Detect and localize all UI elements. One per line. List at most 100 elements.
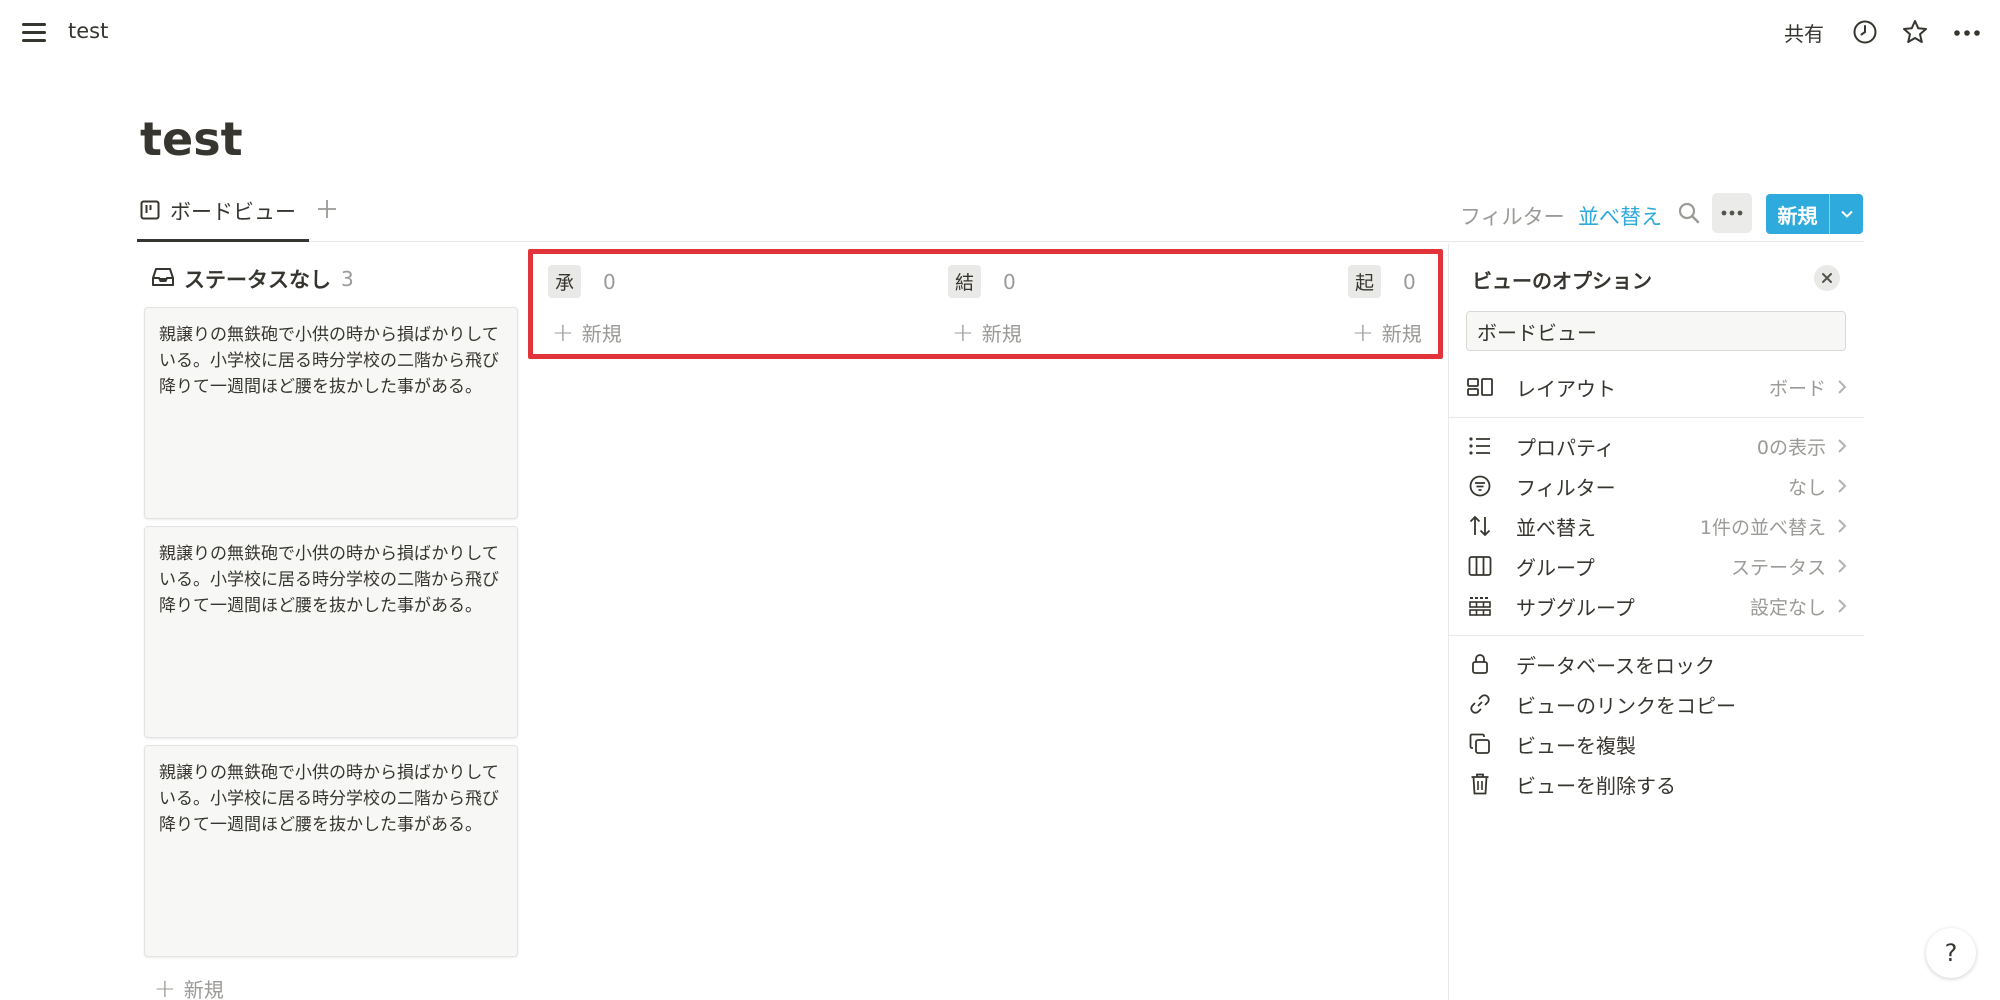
board-card[interactable]: 親譲りの無鉄砲で小供の時から損ばかりしている。小学校に居る時分学校の二階から飛び… [144,745,518,957]
option-sort[interactable]: 並べ替え 1件の並べ替え [1466,507,1848,545]
column-header-group-3[interactable]: 起 0 [1348,265,1416,298]
option-filter[interactable]: フィルター なし [1466,467,1848,505]
column-count: 0 [1003,269,1016,294]
filter-icon [1466,472,1494,500]
breadcrumb-page-name[interactable]: test [68,19,108,43]
column-count: 0 [1403,269,1416,294]
chevron-down-icon[interactable] [1830,194,1863,234]
tab-label: ボードビュー [170,200,296,224]
more-icon[interactable] [1952,17,1982,47]
option-value: なし [1787,476,1826,499]
panel-title: ビューのオプション [1472,269,1652,293]
plus-icon: + [952,317,974,348]
action-lock-database[interactable]: データベースをロック [1466,645,1848,683]
page-title[interactable]: test [140,112,243,166]
plus-icon: + [154,973,176,1000]
board-icon [140,200,160,224]
column-count: 3 [341,267,354,291]
chevron-right-icon [1836,598,1848,614]
list-icon [1466,432,1494,460]
tab-board-view[interactable]: ボードビュー [140,196,296,242]
add-card-group-2[interactable]: + 新規 [952,318,1022,347]
add-card-group-1[interactable]: + 新規 [552,318,622,347]
star-icon[interactable] [1900,17,1930,47]
help-button[interactable]: ? [1926,928,1976,978]
option-group[interactable]: グループ ステータス [1466,547,1848,585]
view-name-input[interactable] [1466,311,1846,351]
duplicate-icon [1466,730,1494,758]
column-header-no-status[interactable]: ステータスなし 3 [152,264,354,294]
sort-button[interactable]: 並べ替え [1578,201,1662,231]
trash-icon [1466,770,1494,798]
group-tag: 起 [1348,265,1382,298]
action-label: ビューを削除する [1516,773,1676,798]
option-properties[interactable]: プロパティ 0の表示 [1466,427,1848,465]
top-bar: test 共有 [0,0,2000,64]
columns-icon [1466,552,1494,580]
column-label: ステータスなし [184,268,331,292]
share-button[interactable]: 共有 [1784,18,1824,47]
action-label: ビューのリンクをコピー [1516,693,1736,718]
add-card-group-3[interactable]: + 新規 [1352,318,1422,347]
option-label: グループ [1516,555,1595,580]
new-label: 新規 [183,978,224,1000]
column-header-group-2[interactable]: 結 0 [948,265,1016,298]
filter-button[interactable]: フィルター [1460,201,1565,231]
card-text: 親譲りの無鉄砲で小供の時から損ばかりしている。小学校に居る時分学校の二階から飛び… [159,763,499,835]
action-label: ビューを複製 [1516,733,1636,758]
chevron-right-icon [1836,518,1848,534]
action-copy-link[interactable]: ビューのリンクをコピー [1466,685,1848,723]
chevron-right-icon [1836,478,1848,494]
search-icon[interactable] [1676,200,1702,226]
option-value: ステータス [1730,556,1826,579]
option-value: 0の表示 [1756,436,1826,459]
link-icon [1466,690,1494,718]
new-button-label[interactable]: 新規 [1766,194,1830,234]
board-card[interactable]: 親譲りの無鉄砲で小供の時から損ばかりしている。小学校に居る時分学校の二階から飛び… [144,526,518,738]
group-tag: 承 [548,265,582,298]
card-text: 親譲りの無鉄砲で小供の時から損ばかりしている。小学校に居る時分学校の二階から飛び… [159,544,499,616]
action-delete-view[interactable]: ビューを削除する [1466,765,1848,803]
lock-icon [1466,650,1494,678]
add-view-icon[interactable] [316,198,338,220]
group-tag: 結 [948,265,982,298]
plus-icon: + [552,317,574,348]
active-tab-indicator [137,239,309,242]
new-button[interactable]: 新規 [1766,194,1863,234]
tab-divider [137,241,1864,242]
option-label: プロパティ [1516,435,1615,460]
panel-border [1448,244,1449,1000]
close-icon[interactable] [1814,265,1840,291]
option-layout[interactable]: レイアウト ボード [1466,368,1848,406]
option-label: レイアウト [1516,376,1616,401]
action-label: データベースをロック [1516,653,1715,678]
chevron-right-icon [1836,379,1848,395]
new-label: 新規 [581,322,622,346]
card-text: 親譲りの無鉄砲で小供の時から損ばかりしている。小学校に居る時分学校の二階から飛び… [159,325,499,397]
sort-icon [1466,512,1494,540]
option-subgroup[interactable]: サブグループ 設定なし [1466,587,1848,625]
option-value: ボード [1768,377,1826,400]
clock-icon[interactable] [1850,17,1880,47]
more-options-button[interactable] [1712,193,1752,233]
layout-icon [1466,373,1494,401]
column-header-group-1[interactable]: 承 0 [548,265,616,298]
divider [1448,417,1864,418]
board-card[interactable]: 親譲りの無鉄砲で小供の時から損ばかりしている。小学校に居る時分学校の二階から飛び… [144,307,518,519]
action-duplicate-view[interactable]: ビューを複製 [1466,725,1848,763]
plus-icon: + [1352,317,1374,348]
menu-icon[interactable] [20,20,48,44]
inbox-icon [152,267,174,292]
grid-icon [1466,592,1494,620]
option-label: サブグループ [1516,595,1635,620]
new-label: 新規 [1381,322,1422,346]
new-label: 新規 [981,322,1022,346]
option-label: フィルター [1516,475,1616,500]
add-card-no-status[interactable]: + 新規 [154,974,224,1000]
chevron-right-icon [1836,438,1848,454]
option-value: 1件の並べ替え [1699,516,1826,539]
column-count: 0 [603,269,616,294]
divider [1448,635,1864,636]
option-label: 並べ替え [1516,515,1596,540]
chevron-right-icon [1836,558,1848,574]
